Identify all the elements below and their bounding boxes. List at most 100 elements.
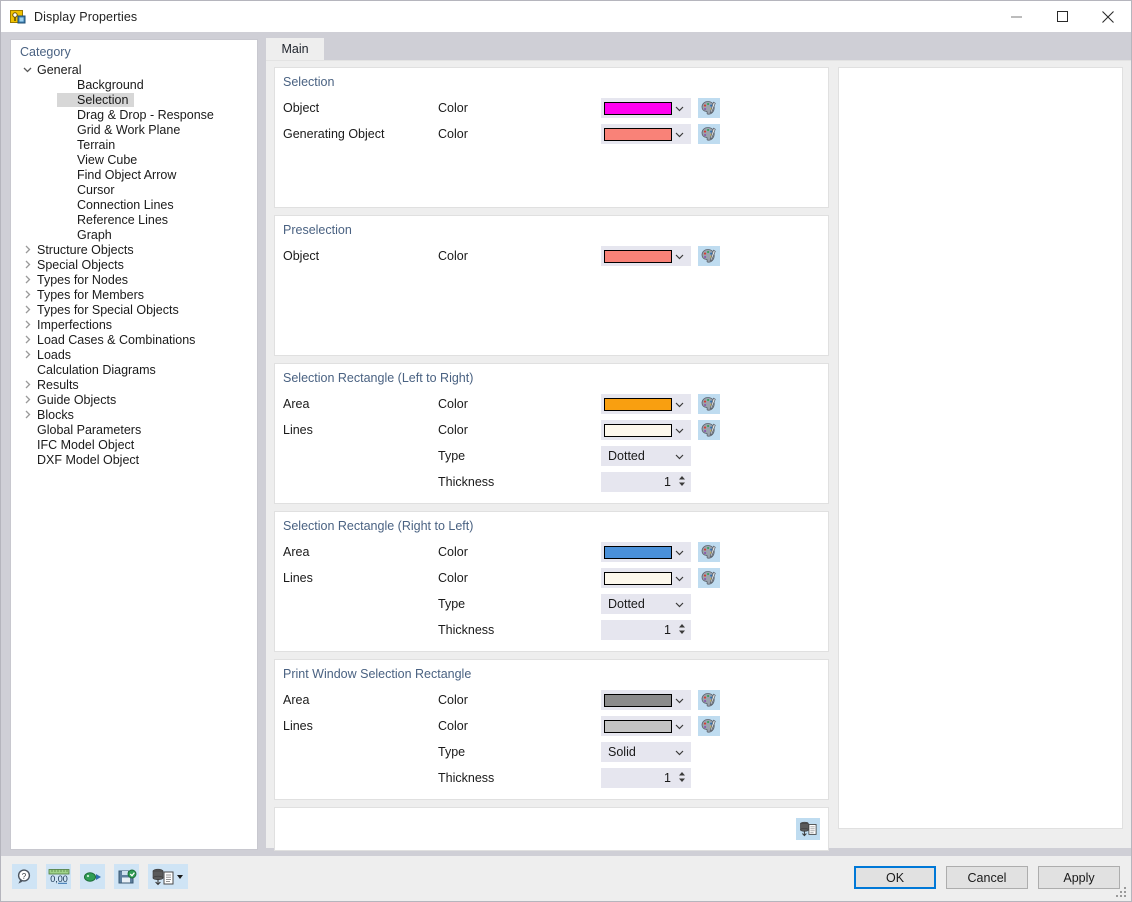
chevron-down-icon[interactable] bbox=[674, 98, 685, 118]
sidebar-item-graph[interactable]: Graph bbox=[11, 227, 257, 242]
sidebar-item-ifc-model-object[interactable]: IFC Model Object bbox=[11, 437, 257, 452]
chevron-right-icon[interactable] bbox=[17, 260, 37, 269]
minimize-button[interactable] bbox=[993, 1, 1039, 32]
chevron-right-icon[interactable] bbox=[17, 335, 37, 344]
sidebar-item-cursor[interactable]: Cursor bbox=[11, 182, 257, 197]
sidebar-item-grid-work-plane[interactable]: Grid & Work Plane bbox=[11, 122, 257, 137]
color-combo[interactable] bbox=[601, 690, 691, 710]
tab-main[interactable]: Main bbox=[266, 38, 324, 60]
thickness-stepper[interactable]: 1 bbox=[601, 472, 691, 492]
color-picker-button[interactable] bbox=[698, 246, 720, 266]
color-combo[interactable] bbox=[601, 98, 691, 118]
chevron-right-icon[interactable] bbox=[17, 320, 37, 329]
category-tree-list[interactable]: General Background Selection Drag & Drop - … bbox=[11, 62, 257, 467]
sidebar-item-special-objects[interactable]: Special Objects bbox=[11, 257, 257, 272]
sidebar-item-loads[interactable]: Loads bbox=[11, 347, 257, 362]
stepper-arrows[interactable] bbox=[678, 622, 686, 636]
stepper-arrows[interactable] bbox=[678, 474, 686, 488]
line-type-select[interactable]: Dotted bbox=[601, 594, 691, 614]
color-picker-button[interactable] bbox=[698, 542, 720, 562]
sidebar-item-structure-objects[interactable]: Structure Objects bbox=[11, 242, 257, 257]
sidebar-item-connection-lines[interactable]: Connection Lines bbox=[11, 197, 257, 212]
color-combo[interactable] bbox=[601, 420, 691, 440]
resize-grip[interactable] bbox=[1116, 887, 1128, 899]
settings-row-label: Object bbox=[283, 249, 320, 263]
chevron-right-icon[interactable] bbox=[17, 245, 37, 254]
help-search-icon[interactable]: ? bbox=[12, 864, 37, 889]
stepper-arrows[interactable] bbox=[678, 770, 686, 784]
chevron-down-icon[interactable] bbox=[674, 420, 685, 440]
thickness-stepper[interactable]: 1 bbox=[601, 620, 691, 640]
settings-row-field bbox=[601, 246, 720, 266]
color-combo[interactable] bbox=[601, 394, 691, 414]
chevron-right-icon[interactable] bbox=[17, 305, 37, 314]
sidebar-item-types-for-nodes[interactable]: Types for Nodes bbox=[11, 272, 257, 287]
line-type-select[interactable]: Solid bbox=[601, 742, 691, 762]
tab-main-label: Main bbox=[281, 42, 309, 56]
color-picker-button[interactable] bbox=[698, 98, 720, 118]
color-picker-button[interactable] bbox=[698, 568, 720, 588]
color-combo[interactable] bbox=[601, 542, 691, 562]
sidebar-item-calculation-diagrams[interactable]: Calculation Diagrams bbox=[11, 362, 257, 377]
save-to-database-icon[interactable] bbox=[796, 818, 820, 840]
color-combo[interactable] bbox=[601, 246, 691, 266]
cancel-button[interactable]: Cancel bbox=[946, 866, 1028, 889]
chevron-down-icon[interactable] bbox=[674, 568, 685, 588]
sidebar-item-find-object-arrow[interactable]: Find Object Arrow bbox=[11, 167, 257, 182]
chevron-right-icon[interactable] bbox=[17, 380, 37, 389]
sidebar-item-reference-lines[interactable]: Reference Lines bbox=[11, 212, 257, 227]
chevron-right-icon[interactable] bbox=[17, 350, 37, 359]
sidebar-item-types-for-special-objects[interactable]: Types for Special Objects bbox=[11, 302, 257, 317]
sidebar-item-drag-drop-response[interactable]: Drag & Drop - Response bbox=[11, 107, 257, 122]
sidebar-item-imperfections[interactable]: Imperfections bbox=[11, 317, 257, 332]
chevron-down-icon[interactable] bbox=[674, 542, 685, 562]
close-button[interactable] bbox=[1085, 1, 1131, 32]
decimal-places-icon[interactable]: 0,00 bbox=[46, 864, 71, 889]
chevron-down-icon[interactable] bbox=[17, 65, 37, 74]
maximize-button[interactable] bbox=[1039, 1, 1085, 32]
sidebar-item-selection[interactable]: Selection bbox=[11, 92, 257, 107]
sidebar-item-guide-objects[interactable]: Guide Objects bbox=[11, 392, 257, 407]
chevron-down-icon[interactable] bbox=[674, 690, 685, 710]
chevron-right-icon[interactable] bbox=[17, 290, 37, 299]
chevron-down-icon[interactable] bbox=[674, 716, 685, 736]
sidebar-item-terrain[interactable]: Terrain bbox=[11, 137, 257, 152]
settings-group-title: Print Window Selection Rectangle bbox=[283, 667, 472, 681]
sidebar-item-general[interactable]: General bbox=[11, 62, 257, 77]
chevron-down-icon[interactable] bbox=[674, 446, 685, 466]
chevron-right-icon[interactable] bbox=[17, 395, 37, 404]
sidebar-item-global-parameters[interactable]: Global Parameters bbox=[11, 422, 257, 437]
apply-button[interactable]: Apply bbox=[1038, 866, 1120, 889]
color-picker-button[interactable] bbox=[698, 124, 720, 144]
settings-row-label: Object bbox=[283, 101, 320, 115]
sidebar-item-blocks[interactable]: Blocks bbox=[11, 407, 257, 422]
sidebar-item-dxf-model-object[interactable]: DXF Model Object bbox=[11, 452, 257, 467]
chevron-down-icon[interactable] bbox=[674, 124, 685, 144]
sidebar-item-types-for-members[interactable]: Types for Members bbox=[11, 287, 257, 302]
sidebar-item-view-cube[interactable]: View Cube bbox=[11, 152, 257, 167]
import-colors-icon[interactable] bbox=[80, 864, 105, 889]
color-combo[interactable] bbox=[601, 124, 691, 144]
color-picker-button[interactable] bbox=[698, 716, 720, 736]
database-settings-icon[interactable] bbox=[148, 864, 188, 889]
chevron-down-icon[interactable] bbox=[674, 246, 685, 266]
sidebar-item-results[interactable]: Results bbox=[11, 377, 257, 392]
line-type-select[interactable]: Dotted bbox=[601, 446, 691, 466]
export-colors-icon[interactable] bbox=[114, 864, 139, 889]
thickness-stepper[interactable]: 1 bbox=[601, 768, 691, 788]
sidebar-item-background[interactable]: Background bbox=[11, 77, 257, 92]
sidebar-item-label: Special Objects bbox=[37, 257, 124, 272]
color-combo[interactable] bbox=[601, 568, 691, 588]
ok-button[interactable]: OK bbox=[854, 866, 936, 889]
chevron-down-icon[interactable] bbox=[674, 742, 685, 762]
chevron-right-icon[interactable] bbox=[17, 410, 37, 419]
color-picker-button[interactable] bbox=[698, 690, 720, 710]
color-picker-button[interactable] bbox=[698, 420, 720, 440]
color-picker-button[interactable] bbox=[698, 394, 720, 414]
chevron-down-icon[interactable] bbox=[674, 394, 685, 414]
sidebar-item-load-cases-combinations[interactable]: Load Cases & Combinations bbox=[11, 332, 257, 347]
color-swatch bbox=[604, 101, 672, 115]
color-combo[interactable] bbox=[601, 716, 691, 736]
chevron-down-icon[interactable] bbox=[674, 594, 685, 614]
chevron-right-icon[interactable] bbox=[17, 275, 37, 284]
